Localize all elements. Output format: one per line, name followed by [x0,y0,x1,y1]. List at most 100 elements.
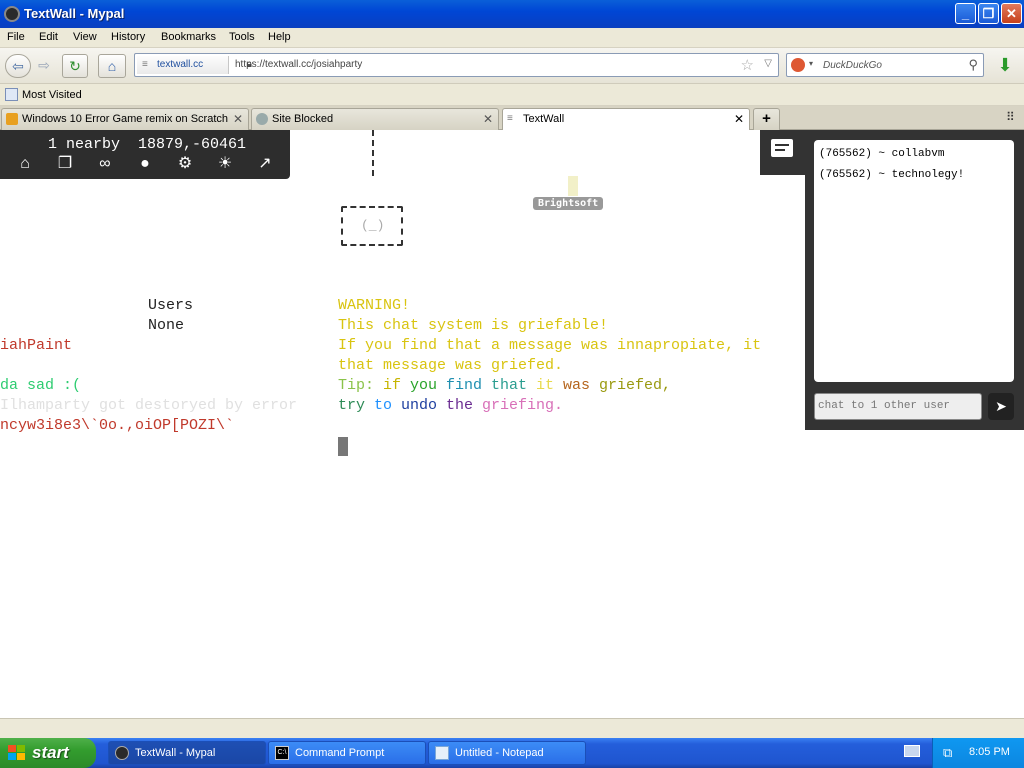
back-arrow-icon: ⇦ [12,58,24,74]
site-identity[interactable]: ≡ textwall.cc 🔒︎ [137,56,252,74]
tab-site-blocked[interactable]: Site Blocked ✕ [251,108,499,130]
wall-text-line: Ilhamparty got destoryed by error [0,397,298,414]
keyboard-icon[interactable] [904,745,920,757]
gear-icon[interactable]: ⚙ [175,154,195,174]
scratch-favicon-icon [6,113,18,125]
search-input[interactable]: DuckDuckGo [823,60,882,71]
textwall-canvas[interactable]: 1 nearby 18879,-60461 ⌂ ❐ ∞ ● ⚙ ☀ ↗ (_) … [0,130,1024,718]
url-bar[interactable]: ≡ textwall.cc 🔒︎ https://textwall.cc/jos… [134,53,779,77]
house-icon: ⌂ [107,58,117,74]
chat-bubble-icon [771,139,793,157]
menu-file[interactable]: File [7,31,25,43]
navigation-toolbar: ⇦ ⇨ ↻ ⌂ ≡ textwall.cc 🔒︎ https://textwal… [0,48,1024,84]
tip-word: that [491,377,528,394]
home-button[interactable]: ⌂ [98,54,126,78]
minimize-button[interactable]: _ [955,3,976,24]
tip-word: was [563,377,591,394]
warning-line: This chat system is griefable! [338,317,609,334]
task-textwall-mypal[interactable]: TextWall - Mypal [108,741,266,765]
close-tab-icon[interactable]: ✕ [233,109,243,129]
chat-message: (765562) ~ technolegy! [819,169,965,181]
tip-word: you [410,377,438,394]
task-label: Command Prompt [295,747,385,759]
tip-word: if [383,377,402,394]
start-button[interactable]: start [0,738,96,768]
bookmark-most-visited[interactable]: Most Visited [22,89,82,101]
download-arrow-icon: ⬇ [997,55,1013,75]
users-header: Users [148,297,194,314]
mypal-app-icon [4,6,20,22]
network-icon[interactable]: ⧉ [943,745,959,761]
undo-word: to [374,397,393,414]
tip-word: find [446,377,483,394]
task-label: TextWall - Mypal [135,747,216,759]
menu-help[interactable]: Help [268,31,291,43]
forward-button[interactable]: ⇨ [33,54,55,78]
search-engine-dropdown-icon[interactable]: ▾ [809,59,813,68]
brightness-icon[interactable]: ☀ [215,154,235,174]
tip-word: griefed, [599,377,672,394]
users-value: None [148,317,185,334]
home-icon[interactable]: ⌂ [15,154,35,174]
tip-word: Tip: [338,377,375,394]
tab-textwall[interactable]: ≡ TextWall ✕ [502,108,750,131]
copy-icon[interactable]: ❐ [55,154,75,174]
new-tab-button[interactable]: + [753,108,780,130]
menu-view[interactable]: View [73,31,97,43]
close-tab-icon[interactable]: ✕ [483,109,493,129]
plus-icon: + [762,110,771,127]
search-bar[interactable]: ▾ DuckDuckGo ⚲ [786,53,984,77]
chat-input[interactable]: chat to 1 other user [814,393,982,420]
reload-icon: ↻ [69,58,81,74]
chat-toggle-button[interactable] [760,130,805,175]
tab-windows-10-error-game[interactable]: Windows 10 Error Game remix on Scratch ✕ [1,108,249,130]
undo-word: try [338,397,366,414]
wall-text-line: da sad :( [0,377,82,394]
tab-label: TextWall [523,113,565,125]
menu-tools[interactable]: Tools [229,31,255,43]
warning-line: If you find that a message was innapropi… [338,337,762,354]
site-identity-label: textwall.cc [157,59,204,70]
task-notepad[interactable]: Untitled - Notepad [428,741,586,765]
url-dropdown-icon[interactable]: ▽ [764,58,772,69]
list-all-tabs-icon[interactable]: ⠿ [1006,110,1015,124]
reload-button[interactable]: ↻ [62,54,88,78]
window-titlebar[interactable]: TextWall - Mypal _ ❐ ✕ [0,0,1024,28]
url-text[interactable]: https://textwall.cc/josiahparty [235,59,362,70]
tab-label: Site Blocked [272,113,334,125]
site-favicon-icon: ≡ [142,59,148,70]
menu-bar: File Edit View History Bookmarks Tools H… [0,28,1024,48]
clock[interactable]: 8:05 PM [969,746,1010,758]
link-icon[interactable]: ∞ [95,154,115,174]
chat-message: (765562) ~ collabvm [819,148,945,160]
text-cursor [338,437,348,456]
tool-panel: 1 nearby 18879,-60461 ⌂ ❐ ∞ ● ⚙ ☀ ↗ [0,130,290,179]
arrow-up-right-icon[interactable]: ↗ [255,154,275,174]
mypal-task-icon [115,746,129,760]
palette-icon[interactable]: ● [135,154,155,174]
bookmarks-toolbar: Most Visited [0,84,1024,106]
windows-taskbar: start TextWall - Mypal C:\ Command Promp… [0,738,1024,768]
windows-logo-icon [8,745,26,761]
search-icon[interactable]: ⚲ [968,57,978,73]
command-prompt-icon: C:\ [275,746,289,760]
close-window-button[interactable]: ✕ [1001,3,1022,24]
chat-send-button[interactable]: ➤ [988,393,1014,420]
bookmark-star-icon[interactable]: ☆ [741,56,754,74]
task-command-prompt[interactable]: C:\ Command Prompt [268,741,426,765]
maximize-button[interactable]: ❐ [978,3,999,24]
remote-cursor [568,176,578,196]
downloads-button[interactable]: ⬇ [991,54,1019,78]
duckduckgo-icon [791,58,805,72]
start-label: start [32,743,69,762]
tab-strip: Windows 10 Error Game remix on Scratch ✕… [0,106,1024,131]
undo-word: griefing. [482,397,564,414]
menu-history[interactable]: History [111,31,145,43]
back-button[interactable]: ⇦ [5,54,31,78]
forward-arrow-icon: ⇨ [38,57,50,73]
menu-edit[interactable]: Edit [39,31,58,43]
chat-log[interactable]: (765562) ~ collabvm (765562) ~ technoleg… [814,140,1014,382]
close-tab-icon[interactable]: ✕ [734,109,744,129]
box-face-text: (_) [361,218,385,233]
menu-bookmarks[interactable]: Bookmarks [161,31,216,43]
